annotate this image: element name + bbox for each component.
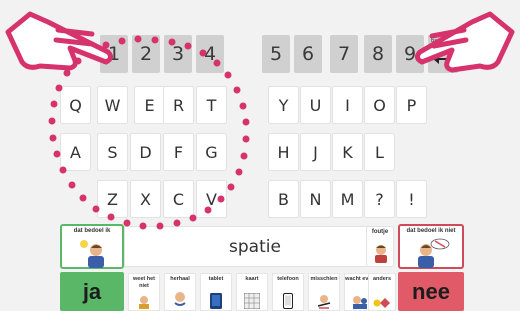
key-h[interactable]: H bbox=[268, 133, 299, 171]
key-c[interactable]: C bbox=[163, 180, 194, 218]
key-t[interactable]: T bbox=[196, 86, 227, 124]
key-e[interactable]: E bbox=[134, 86, 165, 124]
key-6[interactable]: 6 bbox=[294, 35, 322, 73]
key-d[interactable]: D bbox=[130, 133, 161, 171]
quick-anders[interactable]: anders bbox=[368, 273, 396, 311]
tablet-icon bbox=[210, 293, 222, 309]
card-dat-bedoel-ik-niet-label: dat bedoel ik niet bbox=[406, 228, 456, 234]
card-dat-bedoel-ik-niet[interactable]: dat bedoel ik niet bbox=[398, 224, 464, 269]
key-5[interactable]: 5 bbox=[262, 35, 290, 73]
key-9[interactable]: 9 bbox=[396, 35, 424, 73]
key-l[interactable]: L bbox=[364, 133, 395, 171]
keyboard-board: 1 2 3 4 5 6 7 8 9 backspace Q W E R T Y … bbox=[0, 0, 520, 311]
quick-weet-het-niet-label: weet het niet bbox=[132, 276, 155, 289]
key-question[interactable]: ? bbox=[364, 180, 395, 218]
quick-herhaal[interactable]: herhaal bbox=[164, 273, 196, 311]
person-mistake-icon bbox=[375, 245, 387, 263]
quick-telefoon[interactable]: telefoon bbox=[272, 273, 304, 311]
key-i[interactable]: I bbox=[332, 86, 363, 124]
key-w[interactable]: W bbox=[97, 86, 128, 124]
backspace-key[interactable]: backspace bbox=[428, 35, 458, 73]
key-k[interactable]: K bbox=[332, 133, 363, 171]
wait-icon bbox=[353, 296, 367, 309]
key-1[interactable]: 1 bbox=[100, 35, 128, 73]
card-dat-bedoel-ik[interactable]: dat bedoel ik bbox=[60, 224, 124, 269]
quick-misschien[interactable]: misschien bbox=[308, 273, 340, 311]
quick-kaart-label: kaart bbox=[245, 276, 259, 282]
card-foutje[interactable]: foutje bbox=[366, 226, 394, 267]
quick-weet-het-niet[interactable]: weet het niet bbox=[128, 273, 160, 311]
key-7[interactable]: 7 bbox=[330, 35, 358, 73]
key-u[interactable]: U bbox=[300, 86, 331, 124]
quick-herhaal-label: herhaal bbox=[170, 276, 190, 282]
key-3[interactable]: 3 bbox=[164, 35, 192, 73]
key-n[interactable]: N bbox=[300, 180, 331, 218]
maybe-icon bbox=[317, 295, 331, 309]
key-j[interactable]: J bbox=[300, 133, 331, 171]
space-key[interactable]: spatie bbox=[124, 226, 386, 267]
key-m[interactable]: M bbox=[332, 180, 363, 218]
no-button[interactable]: nee bbox=[398, 272, 464, 311]
quick-tablet-label: tablet bbox=[208, 276, 224, 282]
backspace-arrow-icon bbox=[433, 54, 452, 64]
quick-misschien-label: misschien bbox=[310, 276, 338, 282]
other-shapes-icon bbox=[373, 298, 390, 308]
shrug-icon bbox=[139, 296, 149, 309]
key-o[interactable]: O bbox=[364, 86, 395, 124]
key-x[interactable]: X bbox=[130, 180, 161, 218]
key-g[interactable]: G bbox=[196, 133, 227, 171]
key-4[interactable]: 4 bbox=[196, 35, 224, 73]
person-idea-icon bbox=[80, 240, 104, 268]
key-q[interactable]: Q bbox=[60, 86, 91, 124]
letter-card-icon bbox=[244, 293, 260, 309]
key-2[interactable]: 2 bbox=[132, 35, 160, 73]
key-a[interactable]: A bbox=[60, 133, 91, 171]
person-not-meant-icon bbox=[418, 238, 450, 268]
quick-anders-label: anders bbox=[372, 276, 392, 282]
key-y[interactable]: Y bbox=[268, 86, 299, 124]
card-foutje-label: foutje bbox=[371, 229, 389, 235]
key-p[interactable]: P bbox=[396, 86, 427, 124]
key-r[interactable]: R bbox=[163, 86, 194, 124]
quick-kaart[interactable]: kaart bbox=[236, 273, 268, 311]
key-exclamation[interactable]: ! bbox=[396, 180, 427, 218]
repeat-person-icon bbox=[174, 292, 186, 306]
key-z[interactable]: Z bbox=[97, 180, 128, 218]
quick-telefoon-label: telefoon bbox=[277, 276, 299, 282]
key-s[interactable]: S bbox=[97, 133, 128, 171]
key-b[interactable]: B bbox=[268, 180, 299, 218]
card-dat-bedoel-ik-label: dat bedoel ik bbox=[73, 228, 111, 234]
key-f[interactable]: F bbox=[163, 133, 194, 171]
yes-button[interactable]: ja bbox=[60, 272, 124, 311]
phone-icon bbox=[283, 293, 293, 309]
key-v[interactable]: V bbox=[196, 180, 227, 218]
quick-tablet[interactable]: tablet bbox=[200, 273, 232, 311]
backspace-label: backspace bbox=[431, 38, 458, 44]
key-8[interactable]: 8 bbox=[364, 35, 392, 73]
